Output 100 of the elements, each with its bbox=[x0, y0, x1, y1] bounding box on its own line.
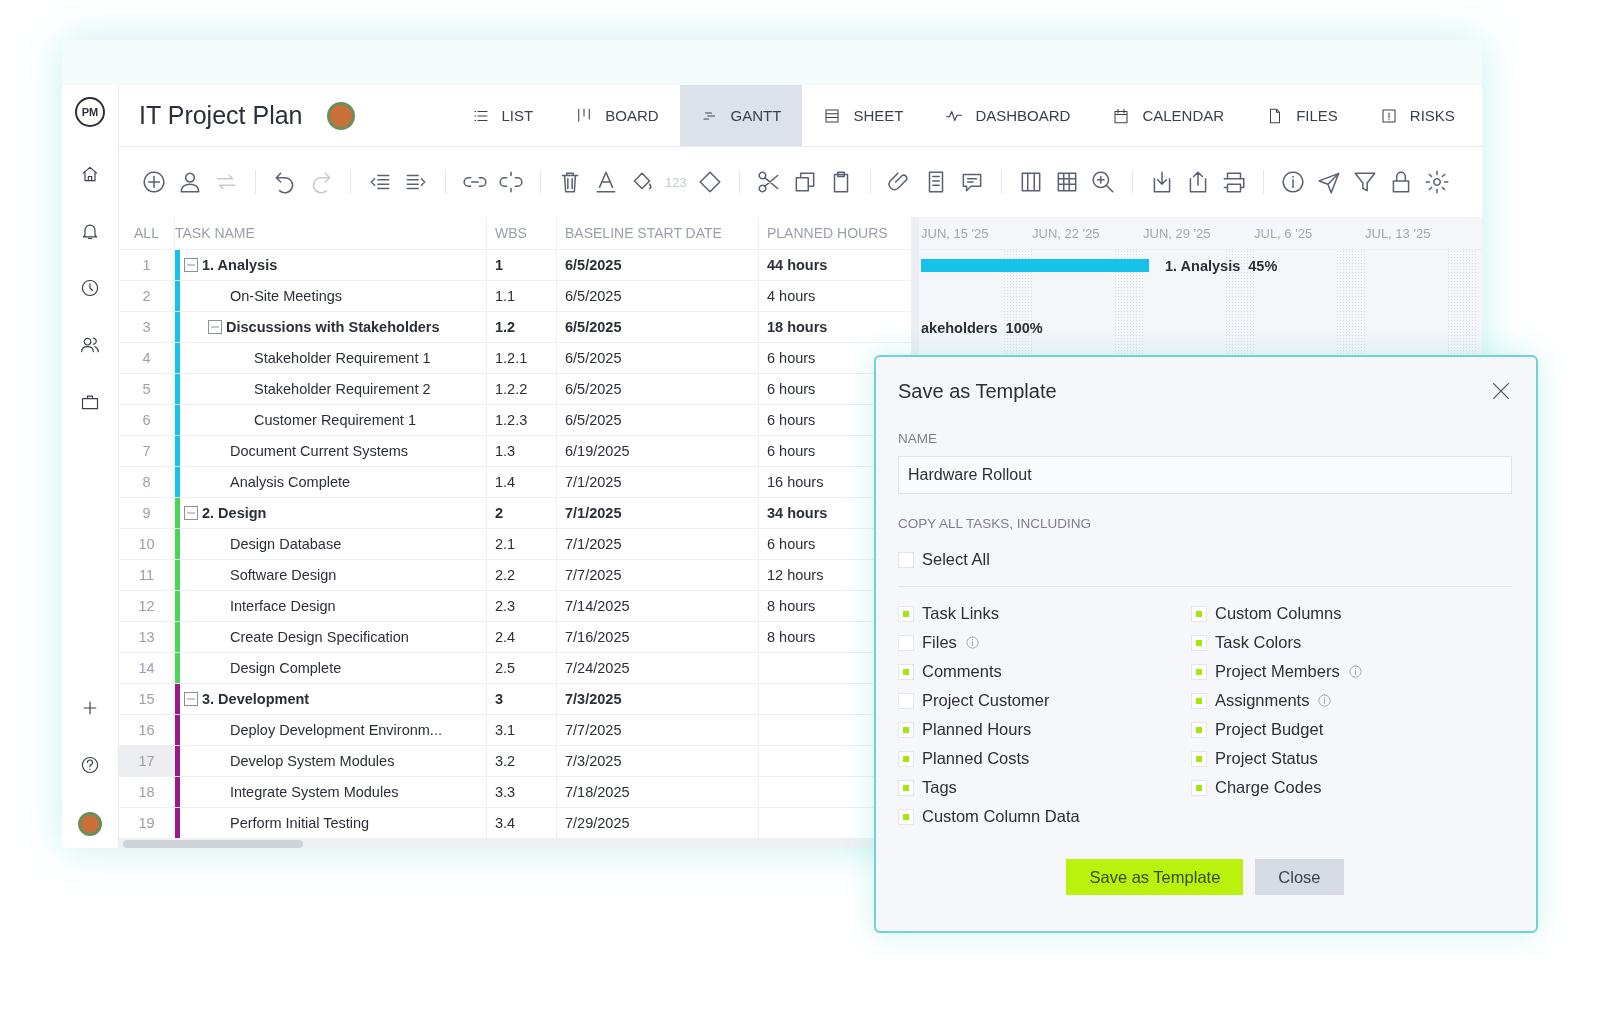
task-name: Create Design Specification bbox=[230, 629, 409, 645]
task-name: Design Complete bbox=[230, 660, 342, 676]
date-cell: 7/3/2025 bbox=[557, 746, 759, 776]
checkbox[interactable] bbox=[898, 808, 914, 825]
checkbox[interactable] bbox=[898, 721, 914, 738]
checkbox[interactable] bbox=[1191, 692, 1207, 709]
task-name: Document Current Systems bbox=[230, 443, 409, 459]
option-label: Custom Columns bbox=[1215, 604, 1342, 623]
row-number[interactable]: 17 bbox=[119, 746, 175, 776]
clock-icon[interactable] bbox=[80, 278, 100, 298]
column-header[interactable]: ALL bbox=[119, 217, 175, 249]
task-name: Integrate System Modules bbox=[230, 784, 399, 800]
option-label: Project Customer bbox=[922, 691, 1050, 710]
project-title: IT Project Plan bbox=[139, 101, 303, 130]
hours-cell: 8 hours bbox=[767, 629, 816, 645]
hours-cell: 44 hours bbox=[767, 257, 828, 273]
checkbox[interactable] bbox=[1191, 605, 1207, 622]
task-name: 3. Development bbox=[202, 691, 310, 707]
option-label: Planned Hours bbox=[922, 720, 1032, 739]
view-tab[interactable]: LIST bbox=[450, 85, 555, 146]
wbs-cell: 1 bbox=[487, 250, 557, 280]
collapse-icon[interactable] bbox=[184, 258, 198, 272]
alert-icon bbox=[1379, 106, 1398, 125]
option-label: Charge Codes bbox=[1215, 778, 1322, 797]
task-name: On-Site Meetings bbox=[230, 288, 343, 304]
close-button[interactable]: Close bbox=[1255, 859, 1344, 895]
wbs-cell: 2 bbox=[487, 498, 557, 528]
option-label: Custom Column Data bbox=[922, 807, 1080, 826]
unlink-icon[interactable] bbox=[498, 169, 524, 195]
date-cell: 7/1/2025 bbox=[557, 467, 759, 497]
checkbox[interactable] bbox=[898, 663, 914, 680]
date-cell: 6/19/2025 bbox=[557, 436, 759, 466]
date-cell: 7/24/2025 bbox=[557, 653, 759, 683]
checkbox[interactable] bbox=[898, 634, 914, 651]
task-name: Software Design bbox=[230, 567, 337, 583]
checkbox[interactable] bbox=[898, 692, 914, 709]
wbs-cell: 3.4 bbox=[487, 808, 557, 838]
view-tab[interactable]: FILES bbox=[1245, 85, 1359, 146]
hours-cell: 6 hours bbox=[767, 412, 816, 428]
date-cell: 6/5/2025 bbox=[557, 405, 759, 435]
settings-icon[interactable] bbox=[1423, 169, 1450, 195]
view-tab[interactable]: DASHBOARD bbox=[924, 85, 1092, 146]
hours-cell: 8 hours bbox=[767, 598, 816, 614]
task-name: Perform Initial Testing bbox=[230, 815, 370, 831]
wbs-cell: 3.3 bbox=[487, 777, 557, 807]
checkbox[interactable] bbox=[898, 605, 914, 622]
people-icon[interactable] bbox=[80, 335, 100, 355]
date-cell: 7/7/2025 bbox=[557, 560, 759, 590]
checkbox[interactable] bbox=[1191, 750, 1207, 767]
info-icon bbox=[1317, 693, 1333, 708]
user-avatar[interactable] bbox=[326, 101, 355, 130]
view-tab[interactable]: SHEET bbox=[802, 85, 925, 146]
close-icon[interactable] bbox=[1490, 380, 1512, 402]
checkbox[interactable] bbox=[898, 750, 914, 767]
column-header[interactable]: PLANNED HOURS bbox=[759, 217, 911, 249]
task-name: Stakeholder Requirement 2 bbox=[254, 381, 431, 397]
help-icon[interactable] bbox=[80, 755, 100, 775]
checkbox[interactable] bbox=[1191, 779, 1207, 796]
checkbox[interactable] bbox=[1191, 634, 1207, 651]
wbs-cell: 1.4 bbox=[487, 467, 557, 497]
view-tab[interactable]: RISKS bbox=[1358, 85, 1476, 146]
column-header[interactable]: WBS bbox=[487, 217, 557, 249]
home-icon[interactable] bbox=[80, 164, 100, 184]
collapse-icon[interactable] bbox=[208, 320, 222, 334]
checkbox[interactable] bbox=[898, 551, 914, 568]
date-cell: 7/16/2025 bbox=[557, 622, 759, 652]
view-tab[interactable]: GANTT bbox=[679, 85, 803, 146]
date-cell: 7/7/2025 bbox=[557, 715, 759, 745]
task-name: 1. Analysis bbox=[202, 257, 278, 273]
column-header[interactable]: TASK NAME bbox=[175, 217, 487, 249]
collapse-icon[interactable] bbox=[184, 506, 198, 520]
checkbox[interactable] bbox=[1191, 721, 1207, 738]
hours-cell: 18 hours bbox=[767, 319, 828, 335]
task-name: Analysis Complete bbox=[230, 474, 351, 490]
option-label: Assignments bbox=[1215, 691, 1310, 710]
checkbox[interactable] bbox=[1191, 663, 1207, 680]
wbs-cell: 1.2 bbox=[487, 312, 557, 342]
task-name: Develop System Modules bbox=[230, 753, 395, 769]
number-format-button[interactable]: 123 bbox=[665, 174, 687, 190]
collapse-icon[interactable] bbox=[184, 692, 198, 706]
option-label: Project Members bbox=[1215, 662, 1340, 681]
column-header[interactable]: BASELINE START DATE bbox=[557, 217, 759, 249]
save-button[interactable]: Save as Template bbox=[1066, 859, 1244, 895]
option-label: Task Links bbox=[922, 604, 1000, 623]
hours-cell: 12 hours bbox=[767, 567, 824, 583]
hours-cell: 34 hours bbox=[767, 505, 828, 521]
scrollbar-thumb[interactable] bbox=[123, 840, 303, 848]
zoom-in-icon[interactable] bbox=[1089, 169, 1116, 195]
checkbox[interactable] bbox=[898, 779, 914, 796]
user-avatar[interactable] bbox=[78, 812, 102, 836]
add-icon[interactable] bbox=[141, 169, 167, 195]
option-label: Project Budget bbox=[1215, 720, 1324, 739]
hours-cell: 6 hours bbox=[767, 381, 816, 397]
date-cell: 6/5/2025 bbox=[557, 250, 759, 280]
view-tab[interactable]: CALENDAR bbox=[1091, 85, 1246, 146]
name-input[interactable]: Hardware Rollout bbox=[898, 456, 1512, 494]
view-tab[interactable]: BOARD bbox=[554, 85, 680, 146]
info-icon[interactable] bbox=[1279, 169, 1306, 195]
logo[interactable]: PM bbox=[75, 97, 105, 127]
task-name: Interface Design bbox=[230, 598, 336, 614]
